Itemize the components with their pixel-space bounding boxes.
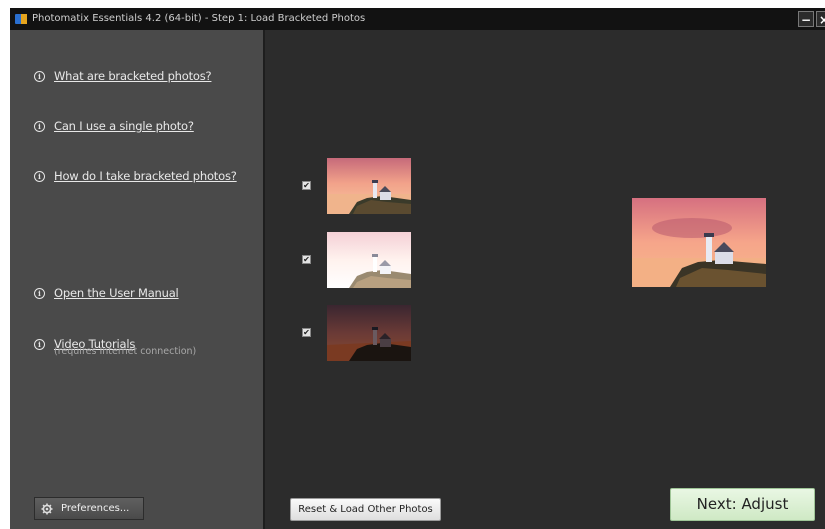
minimize-button[interactable]: − (798, 11, 814, 27)
help-link-how-to-take-bracketed[interactable]: How do I take bracketed photos? (54, 169, 237, 183)
info-icon: i (34, 338, 45, 350)
preferences-button[interactable]: Preferences... (34, 497, 144, 520)
preferences-label: Preferences... (61, 503, 130, 514)
photo-1-checkbox[interactable]: ✔ (302, 181, 311, 190)
info-icon: i (34, 170, 45, 182)
reset-load-other-photos-button[interactable]: Reset & Load Other Photos (290, 498, 441, 521)
lighthouse-normal-image (327, 158, 411, 214)
help-link-can-i-use-single-photo[interactable]: Can I use a single photo? (54, 119, 194, 133)
lighthouse-preview-image (632, 198, 766, 287)
help-link-open-user-manual[interactable]: Open the User Manual (54, 286, 179, 300)
photomatix-app-icon (15, 14, 27, 24)
merged-preview (632, 198, 766, 287)
app-window: Photomatix Essentials 4.2 (64-bit) - Ste… (10, 8, 825, 529)
lighthouse-underexposed-image (327, 305, 411, 361)
photo-2-thumbnail[interactable] (327, 232, 411, 288)
help-item-single-photo[interactable]: i Can I use a single photo? (34, 117, 194, 135)
next-adjust-button[interactable]: Next: Adjust (670, 488, 815, 521)
help-link-what-are-bracketed-photos[interactable]: What are bracketed photos? (54, 69, 212, 83)
video-tutorials-note: (requires Internet connection) (54, 346, 197, 357)
gear-icon (41, 503, 53, 514)
help-item-bracketed-photos[interactable]: i What are bracketed photos? (34, 67, 212, 85)
photo-3-checkbox[interactable]: ✔ (302, 328, 311, 337)
help-sidebar: i What are bracketed photos? i Can I use… (10, 30, 263, 529)
title-bar: Photomatix Essentials 4.2 (64-bit) - Ste… (10, 8, 825, 30)
help-item-take-bracketed[interactable]: i How do I take bracketed photos? (34, 167, 237, 185)
info-icon: i (34, 70, 45, 82)
close-button[interactable]: × (816, 11, 825, 27)
info-icon: i (34, 120, 45, 132)
photo-1-thumbnail[interactable] (327, 158, 411, 214)
info-icon: i (34, 287, 45, 299)
lighthouse-overexposed-image (327, 232, 411, 288)
help-item-user-manual[interactable]: i Open the User Manual (34, 284, 179, 302)
photo-2-checkbox[interactable]: ✔ (302, 255, 311, 264)
photo-3-thumbnail[interactable] (327, 305, 411, 361)
window-title: Photomatix Essentials 4.2 (64-bit) - Ste… (32, 13, 366, 24)
